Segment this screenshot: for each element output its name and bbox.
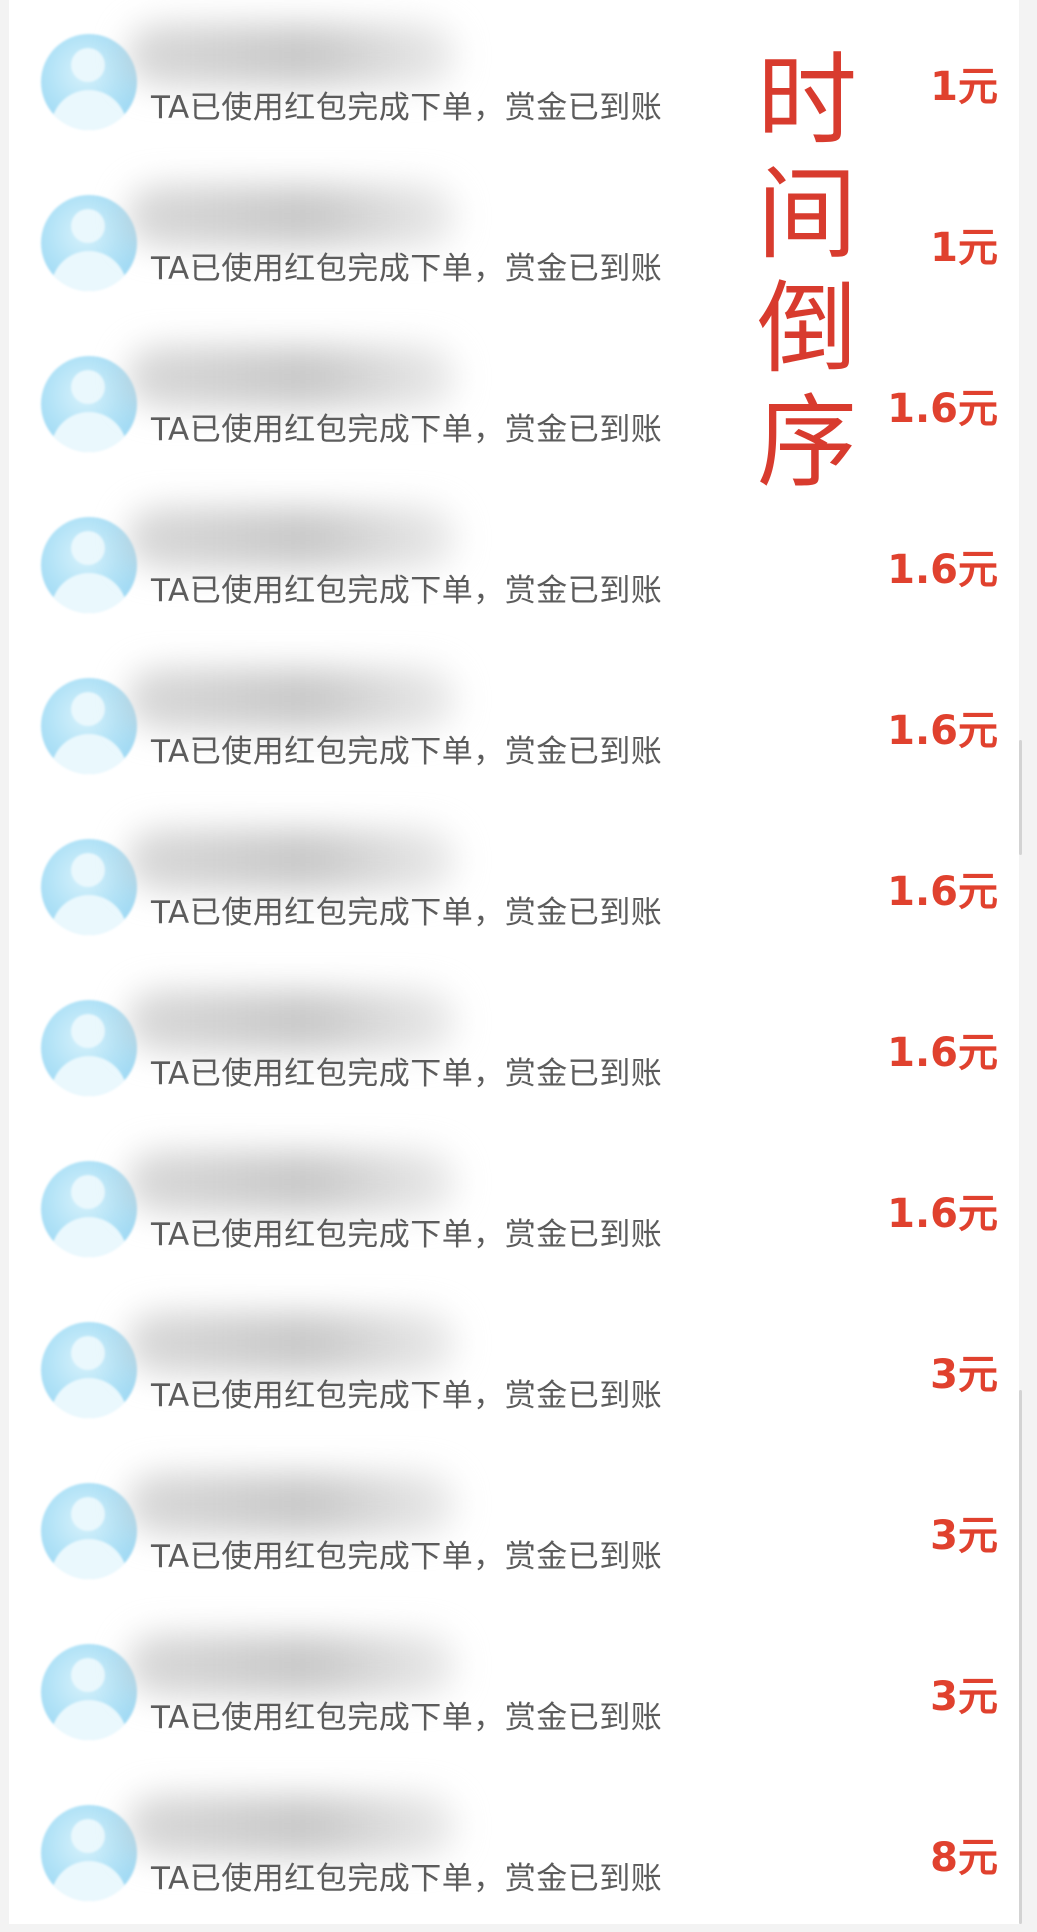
item-description: TA已使用红包完成下单，赏金已到账 [151,1378,663,1414]
blurred-username [127,1795,457,1857]
item-description: TA已使用红包完成下单，赏金已到账 [151,734,663,770]
reward-list: TA已使用红包完成下单，赏金已到账 1元 TA已使用红包完成下单，赏金已到账 1… [9,0,1019,1932]
list-item[interactable]: TA已使用红包完成下单，赏金已到账 1.6元 [9,644,1019,805]
blurred-username [127,507,457,569]
item-description: TA已使用红包完成下单，赏金已到账 [151,1056,663,1092]
reward-amount: 1元 [930,225,998,271]
blurred-username [127,990,457,1052]
user-avatar-icon [41,517,137,613]
list-item[interactable]: TA已使用红包完成下单，赏金已到账 1.6元 [9,1127,1019,1288]
blurred-username [127,1634,457,1696]
reward-amount: 8元 [930,1835,998,1881]
user-avatar-icon [41,839,137,935]
blurred-username [127,24,457,86]
reward-amount: 1.6元 [887,869,998,915]
list-item[interactable]: TA已使用红包完成下单，赏金已到账 1.6元 [9,966,1019,1127]
item-description: TA已使用红包完成下单，赏金已到账 [151,573,663,609]
item-description: TA已使用红包完成下单，赏金已到账 [151,1700,663,1736]
reward-amount: 1.6元 [887,708,998,754]
annotation-char: 时 [757,42,857,159]
item-description: TA已使用红包完成下单，赏金已到账 [151,1861,663,1897]
reward-amount: 3元 [930,1513,998,1559]
list-item[interactable]: TA已使用红包完成下单，赏金已到账 8元 [9,1771,1019,1932]
blurred-username [127,346,457,408]
item-description: TA已使用红包完成下单，赏金已到账 [151,251,663,287]
reward-amount: 1.6元 [887,386,998,432]
user-avatar-icon [41,195,137,291]
blurred-username [127,668,457,730]
list-item[interactable]: TA已使用红包完成下单，赏金已到账 1元 [9,161,1019,322]
list-item[interactable]: TA已使用红包完成下单，赏金已到账 3元 [9,1610,1019,1771]
reward-amount: 1元 [930,64,998,110]
list-item[interactable]: TA已使用红包完成下单，赏金已到账 1.6元 [9,483,1019,644]
list-item[interactable]: TA已使用红包完成下单，赏金已到账 3元 [9,1449,1019,1610]
reward-amount: 1.6元 [887,547,998,593]
list-item[interactable]: TA已使用红包完成下单，赏金已到账 1.6元 [9,322,1019,483]
user-avatar-icon [41,34,137,130]
reward-list-panel: TA已使用红包完成下单，赏金已到账 1元 TA已使用红包完成下单，赏金已到账 1… [9,0,1022,1924]
scrollbar-track-upper[interactable] [1019,740,1022,855]
annotation-char: 间 [757,156,857,273]
list-item[interactable]: TA已使用红包完成下单，赏金已到账 3元 [9,1288,1019,1449]
reward-amount: 3元 [930,1674,998,1720]
user-avatar-icon [41,1644,137,1740]
annotation-char: 序 [757,384,857,501]
blurred-username [127,1473,457,1535]
annotation-overlay: 时 间 倒 序 [747,44,867,500]
annotation-char: 倒 [757,270,857,387]
user-avatar-icon [41,356,137,452]
reward-amount: 3元 [930,1352,998,1398]
user-avatar-icon [41,678,137,774]
user-avatar-icon [41,1483,137,1579]
user-avatar-icon [41,1805,137,1901]
user-avatar-icon [41,1000,137,1096]
reward-amount: 1.6元 [887,1030,998,1076]
scrollbar-track-lower[interactable] [1019,1390,1022,1924]
blurred-username [127,1151,457,1213]
list-item[interactable]: TA已使用红包完成下单，赏金已到账 1元 [9,0,1019,161]
reward-amount: 1.6元 [887,1191,998,1237]
user-avatar-icon [41,1161,137,1257]
blurred-username [127,185,457,247]
item-description: TA已使用红包完成下单，赏金已到账 [151,1217,663,1253]
list-item[interactable]: TA已使用红包完成下单，赏金已到账 1.6元 [9,805,1019,966]
item-description: TA已使用红包完成下单，赏金已到账 [151,412,663,448]
blurred-username [127,829,457,891]
item-description: TA已使用红包完成下单，赏金已到账 [151,1539,663,1575]
user-avatar-icon [41,1322,137,1418]
item-description: TA已使用红包完成下单，赏金已到账 [151,895,663,931]
item-description: TA已使用红包完成下单，赏金已到账 [151,90,663,126]
blurred-username [127,1312,457,1374]
